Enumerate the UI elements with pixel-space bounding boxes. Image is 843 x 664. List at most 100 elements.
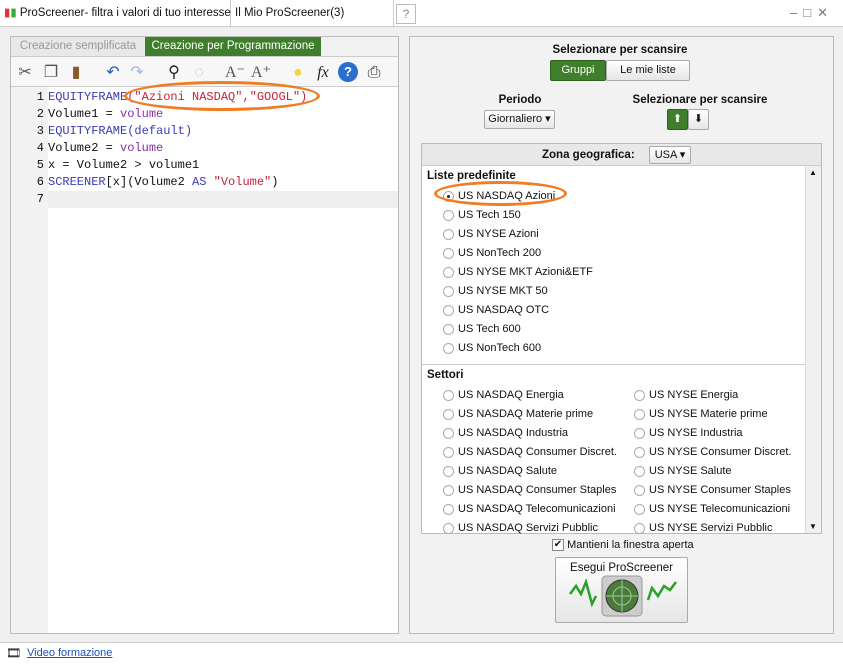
line-number: 2	[36, 107, 44, 121]
radio-sector-item[interactable]: US NASDAQ Salute	[443, 462, 617, 481]
radio-label: US NYSE MKT 50	[458, 285, 548, 297]
line-number: 6	[36, 175, 44, 189]
help-doc-icon[interactable]: ?	[396, 4, 416, 24]
radio-button[interactable]	[443, 465, 454, 477]
radio-button[interactable]	[443, 323, 454, 335]
radio-sector-item[interactable]: US NYSE Energia	[634, 386, 791, 405]
radio-sector-item[interactable]: US NYSE Salute	[634, 462, 791, 481]
zone-label: Zona geografica:	[542, 149, 635, 161]
tab-my-proscreener[interactable]: Il Mio ProScreener(3)	[231, 0, 394, 27]
radio-predefined-item[interactable]: US NYSE MKT 50	[443, 282, 593, 301]
tab-programming-creation[interactable]: Creazione per Programmazione	[145, 37, 321, 56]
radio-predefined-item[interactable]: US Tech 150	[443, 206, 593, 225]
period-dropdown[interactable]: Giornaliero ▾	[484, 110, 555, 129]
groups-button[interactable]: Gruppi	[550, 60, 606, 81]
radio-sector-item[interactable]: US NYSE Industria	[634, 424, 791, 443]
keep-open-checkbox[interactable]: ✔ Mantieni la finestra aperta	[552, 539, 694, 552]
radio-label: US NASDAQ Materie prime	[458, 408, 594, 420]
radio-button[interactable]	[443, 304, 454, 316]
radio-button[interactable]	[443, 247, 454, 259]
zone-dropdown[interactable]: USA ▾	[649, 146, 691, 164]
radio-sector-item[interactable]: US NASDAQ Servizi Pubblic	[443, 519, 617, 538]
radio-button[interactable]	[634, 503, 645, 515]
function-icon[interactable]: fx	[313, 63, 333, 83]
radio-button[interactable]	[443, 209, 454, 221]
radio-label: US NYSE Energia	[649, 389, 739, 401]
paste-icon[interactable]: ▮	[66, 63, 86, 83]
tab-label: Il Mio ProScreener(3)	[235, 7, 345, 19]
radio-button[interactable]	[443, 228, 454, 240]
radio-sector-item[interactable]: US NASDAQ Telecomunicazioni	[443, 500, 617, 519]
comment-icon[interactable]: ◌	[189, 63, 209, 83]
radio-button[interactable]	[443, 408, 454, 420]
radar-icon	[569, 575, 677, 617]
run-proscreener-button[interactable]: Esegui ProScreener	[555, 557, 688, 623]
radio-button[interactable]	[634, 522, 645, 534]
close-button[interactable]: ✕	[817, 5, 834, 20]
undo-icon[interactable]: ↶	[103, 63, 123, 83]
radio-label: US NonTech 200	[458, 247, 542, 259]
search-icon[interactable]: ⚲	[164, 63, 184, 83]
radio-button[interactable]	[443, 503, 454, 515]
run-label: Esegui ProScreener	[570, 562, 673, 574]
radio-sector-item[interactable]: US NYSE Consumer Discret.	[634, 443, 791, 462]
tab-proscreener[interactable]: ▮▮ ProScreener- filtra i valori di tuo i…	[0, 0, 231, 27]
radio-button[interactable]	[443, 427, 454, 439]
radio-button[interactable]	[634, 408, 645, 420]
radio-button[interactable]	[443, 522, 454, 534]
radio-sector-item[interactable]: US NASDAQ Industria	[443, 424, 617, 443]
keep-open-label: Mantieni la finestra aperta	[567, 539, 694, 551]
maximize-button[interactable]: □	[803, 5, 817, 20]
tab-simple-creation[interactable]: Creazione semplificata	[11, 37, 145, 56]
video-training-link[interactable]: Video formazione	[27, 647, 112, 659]
radio-predefined-item[interactable]: US NonTech 200	[443, 244, 593, 263]
radio-button[interactable]	[443, 342, 454, 354]
radio-label: US NonTech 600	[458, 342, 542, 354]
decrease-font-icon[interactable]: A⁻	[225, 63, 245, 83]
print-icon[interactable]: ⎙	[364, 63, 384, 83]
radio-sector-item[interactable]: US NASDAQ Materie prime	[443, 405, 617, 424]
line-number: 7	[36, 192, 44, 206]
radio-button[interactable]	[634, 389, 645, 401]
radio-sector-item[interactable]: US NYSE Servizi Pubblic	[634, 519, 791, 538]
my-lists-button[interactable]: Le mie liste	[606, 60, 690, 81]
highlight-annotation	[124, 81, 320, 111]
radio-button[interactable]	[443, 266, 454, 278]
radio-sector-item[interactable]: US NYSE Materie prime	[634, 405, 791, 424]
radio-predefined-item[interactable]: US NASDAQ OTC	[443, 301, 593, 320]
sort-up-button[interactable]: ⬆	[667, 109, 688, 130]
radio-sector-item[interactable]: US NASDAQ Consumer Staples	[443, 481, 617, 500]
radio-sector-item[interactable]: US NYSE Consumer Staples	[634, 481, 791, 500]
lightbulb-icon[interactable]: ●	[288, 63, 308, 83]
copy-icon[interactable]: ❐	[41, 63, 61, 83]
radio-label: US NASDAQ Consumer Staples	[458, 484, 617, 496]
code-editor[interactable]: 1 2 3 4 5 6 7 EQUITYFRAME("Azioni NASDAQ…	[11, 81, 398, 633]
cut-icon[interactable]: ✂	[15, 63, 35, 83]
radio-button[interactable]	[443, 446, 454, 458]
radio-predefined-item[interactable]: US NonTech 600	[443, 339, 593, 358]
radio-button[interactable]	[634, 446, 645, 458]
scroll-up-icon[interactable]: ▲	[809, 168, 817, 177]
radio-predefined-item[interactable]: US Tech 600	[443, 320, 593, 339]
radio-button[interactable]	[443, 484, 454, 496]
radio-button[interactable]	[634, 484, 645, 496]
scroll-down-icon[interactable]: ▼	[809, 522, 817, 531]
increase-font-icon[interactable]: A⁺	[251, 63, 271, 83]
radio-label: US NYSE Materie prime	[649, 408, 768, 420]
radio-sector-item[interactable]: US NASDAQ Consumer Discret.	[443, 443, 617, 462]
radio-sector-item[interactable]: US NASDAQ Energia	[443, 386, 617, 405]
radio-label: US NYSE Azioni	[458, 228, 539, 240]
radio-button[interactable]	[443, 389, 454, 401]
radio-button[interactable]	[634, 427, 645, 439]
radio-button[interactable]	[443, 285, 454, 297]
radio-predefined-item[interactable]: US NYSE Azioni	[443, 225, 593, 244]
radio-sector-item[interactable]: US NYSE Telecomunicazioni	[634, 500, 791, 519]
minimize-button[interactable]: –	[790, 5, 803, 20]
redo-icon[interactable]: ↷	[127, 63, 147, 83]
radio-button[interactable]	[634, 465, 645, 477]
period-label: Periodo	[498, 94, 542, 106]
help-icon[interactable]: ?	[338, 62, 358, 82]
list-scrollbar[interactable]: ▲ ▼	[805, 166, 821, 533]
sort-down-button[interactable]: ⬇	[688, 109, 709, 130]
radio-predefined-item[interactable]: US NYSE MKT Azioni&ETF	[443, 263, 593, 282]
